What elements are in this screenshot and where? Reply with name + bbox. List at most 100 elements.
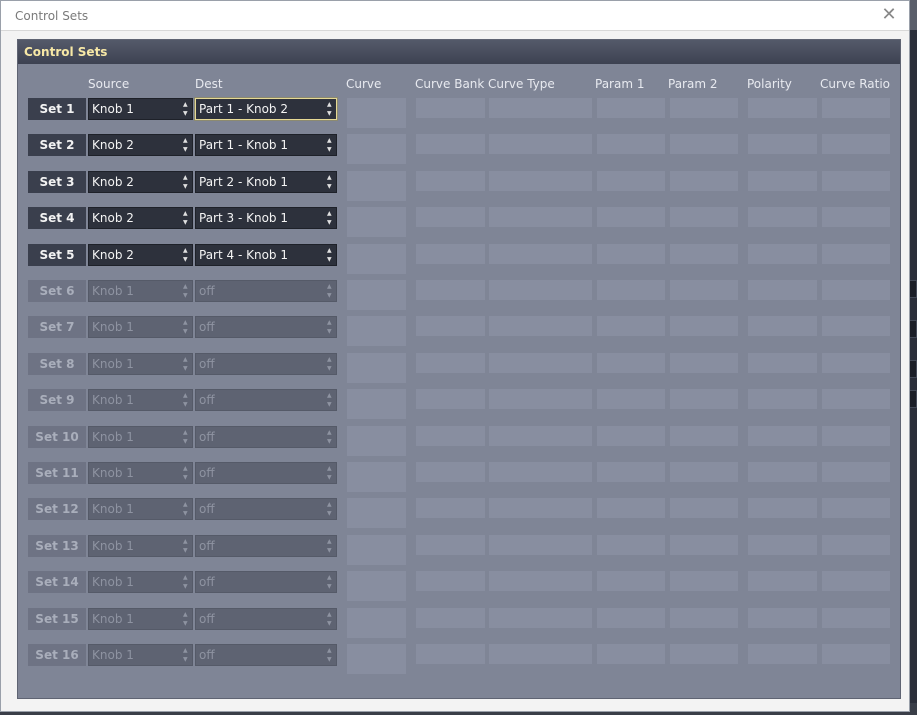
updown-arrows-icon: ▲ ▼: [183, 611, 188, 627]
control-sets-window: Control Sets ✕ Control Sets Source Dest …: [0, 0, 910, 712]
column-header-param1: Param 1: [595, 77, 645, 91]
control-set-row: Set 14 Knob 1 ▲ ▼ off ▲ ▼: [18, 571, 902, 601]
set-label: Set 10: [28, 426, 86, 448]
updown-arrows-icon[interactable]: ▲ ▼: [183, 246, 190, 264]
updown-arrows-icon[interactable]: ▲ ▼: [327, 136, 334, 154]
updown-arrows-icon[interactable]: ▲ ▼: [327, 100, 334, 118]
set-label: Set 8: [28, 353, 86, 375]
curve-bank-cell: [416, 644, 485, 664]
curve-ratio-cell: [822, 244, 890, 264]
curve-type-cell: [489, 134, 592, 154]
source-value: Knob 1: [92, 102, 134, 116]
column-header-source: Source: [88, 77, 130, 91]
updown-arrows-icon: ▲ ▼: [327, 611, 332, 627]
param1-cell: [597, 280, 665, 300]
set-label: Set 12: [28, 498, 86, 520]
polarity-cell: [748, 389, 817, 409]
source-value: Knob 1: [92, 284, 134, 298]
updown-arrows-icon[interactable]: ▲ ▼: [183, 100, 190, 118]
curve-cell: [347, 316, 406, 346]
updown-arrows-icon: ▲ ▼: [327, 319, 332, 335]
control-set-row: Set 8 Knob 1 ▲ ▼ off ▲ ▼: [18, 353, 902, 383]
updown-arrows-icon[interactable]: ▲ ▼: [183, 173, 190, 191]
dest-select[interactable]: Part 2 - Knob 1 ▲ ▼: [195, 171, 337, 193]
param2-cell: [670, 462, 738, 482]
updown-arrows-icon: ▲ ▼: [183, 574, 188, 590]
source-select[interactable]: Knob 2 ▲ ▼: [88, 244, 193, 266]
dest-select: off ▲ ▼: [195, 644, 337, 666]
dest-select: off ▲ ▼: [195, 498, 337, 520]
updown-arrows-icon[interactable]: ▲ ▼: [183, 136, 190, 154]
updown-arrows-icon: ▲ ▼: [183, 392, 188, 408]
curve-cell: [347, 280, 406, 310]
curve-cell: [347, 644, 406, 674]
curve-bank-cell: [416, 244, 485, 264]
source-value: Knob 1: [92, 357, 134, 371]
updown-arrows-icon[interactable]: ▲ ▼: [183, 209, 190, 227]
dest-select[interactable]: Part 1 - Knob 1 ▲ ▼: [195, 134, 337, 156]
updown-arrows-icon[interactable]: ▲ ▼: [327, 209, 334, 227]
panel-title: Control Sets: [18, 40, 900, 64]
source-select[interactable]: Knob 2 ▲ ▼: [88, 171, 193, 193]
polarity-cell: [748, 316, 817, 336]
param2-cell: [670, 571, 738, 591]
control-set-row: Set 5 Knob 2 ▲ ▼ Part 4 - Knob 1 ▲ ▼: [18, 244, 902, 274]
curve-type-cell: [489, 571, 592, 591]
dest-select[interactable]: Part 1 - Knob 2 ▲ ▼: [195, 98, 337, 120]
updown-arrows-icon: ▲ ▼: [183, 319, 188, 335]
curve-cell: [347, 171, 406, 201]
dest-select: off ▲ ▼: [195, 280, 337, 302]
param1-cell: [597, 644, 665, 664]
polarity-cell: [748, 98, 817, 118]
param1-cell: [597, 98, 665, 118]
source-select: Knob 1 ▲ ▼: [88, 389, 193, 411]
source-select: Knob 1 ▲ ▼: [88, 462, 193, 484]
column-header-curve-type: Curve Type: [488, 77, 555, 91]
close-icon[interactable]: ✕: [879, 5, 899, 25]
updown-arrows-icon: ▲ ▼: [183, 465, 188, 481]
curve-bank-cell: [416, 316, 485, 336]
param2-cell: [670, 244, 738, 264]
dest-value: off: [199, 575, 215, 589]
dest-value: off: [199, 502, 215, 516]
dest-select: off ▲ ▼: [195, 608, 337, 630]
source-select: Knob 1 ▲ ▼: [88, 353, 193, 375]
curve-bank-cell: [416, 280, 485, 300]
updown-arrows-icon: ▲ ▼: [183, 647, 188, 663]
updown-arrows-icon[interactable]: ▲ ▼: [327, 173, 334, 191]
control-set-row: Set 16 Knob 1 ▲ ▼ off ▲ ▼: [18, 644, 902, 674]
param2-cell: [670, 608, 738, 628]
updown-arrows-icon: ▲ ▼: [327, 647, 332, 663]
source-select[interactable]: Knob 1 ▲ ▼: [88, 98, 193, 120]
source-select[interactable]: Knob 2 ▲ ▼: [88, 134, 193, 156]
updown-arrows-icon: ▲ ▼: [327, 429, 332, 445]
curve-type-cell: [489, 316, 592, 336]
curve-ratio-cell: [822, 171, 890, 191]
curve-ratio-cell: [822, 535, 890, 555]
curve-ratio-cell: [822, 644, 890, 664]
source-select: Knob 1 ▲ ▼: [88, 498, 193, 520]
curve-cell: [347, 98, 406, 128]
curve-cell: [347, 426, 406, 456]
updown-arrows-icon: ▲ ▼: [183, 501, 188, 517]
dest-value: off: [199, 393, 215, 407]
curve-ratio-cell: [822, 498, 890, 518]
curve-bank-cell: [416, 389, 485, 409]
source-select[interactable]: Knob 2 ▲ ▼: [88, 207, 193, 229]
dest-select[interactable]: Part 3 - Knob 1 ▲ ▼: [195, 207, 337, 229]
param2-cell: [670, 134, 738, 154]
curve-type-cell: [489, 426, 592, 446]
curve-bank-cell: [416, 608, 485, 628]
updown-arrows-icon[interactable]: ▲ ▼: [327, 246, 334, 264]
column-header-curve-ratio: Curve Ratio: [820, 77, 891, 91]
source-value: Knob 1: [92, 648, 134, 662]
set-label: Set 5: [28, 244, 86, 266]
source-value: Knob 1: [92, 575, 134, 589]
curve-type-cell: [489, 280, 592, 300]
param2-cell: [670, 498, 738, 518]
dest-select[interactable]: Part 4 - Knob 1 ▲ ▼: [195, 244, 337, 266]
curve-cell: [347, 571, 406, 601]
param1-cell: [597, 134, 665, 154]
polarity-cell: [748, 462, 817, 482]
param1-cell: [597, 316, 665, 336]
